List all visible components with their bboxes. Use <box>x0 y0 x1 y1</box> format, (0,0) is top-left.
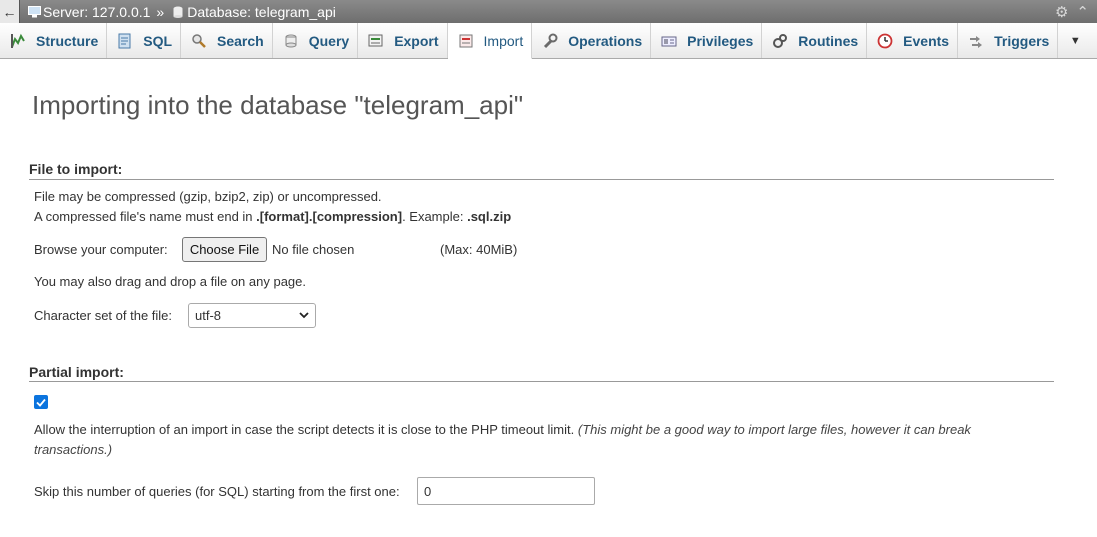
note-example: .sql.zip <box>467 209 512 224</box>
clock-icon <box>876 33 894 49</box>
search-icon <box>190 33 208 49</box>
tab-label: Export <box>394 32 439 49</box>
structure-icon <box>9 33 27 49</box>
server-icon <box>28 5 41 17</box>
triggers-icon <box>967 33 985 49</box>
tab-label: Operations <box>568 32 643 49</box>
tab-privileges[interactable]: Privileges <box>651 23 763 58</box>
breadcrumb: ← Server: 127.0.0.1 » Database: telegram… <box>0 0 1097 23</box>
privileges-icon <box>660 33 678 49</box>
tab-bar: Structure SQL Search Query Export Import… <box>0 23 1097 59</box>
note-text: A compressed file's name must end in <box>34 209 257 224</box>
tab-label: Events <box>903 32 950 49</box>
database-icon <box>173 6 183 18</box>
compression-note: File may be compressed (gzip, bzip2, zip… <box>34 189 382 204</box>
partial-import-heading: Partial import: <box>29 364 124 380</box>
breadcrumb-server[interactable]: Server: 127.0.0.1 <box>28 4 150 20</box>
charset-select[interactable]: utf-8 <box>188 303 316 328</box>
compressed-name-note: A compressed file's name must end in .[f… <box>34 209 511 224</box>
tab-import[interactable]: Import <box>447 23 533 59</box>
tab-query[interactable]: Query <box>273 23 359 58</box>
divider <box>29 179 1054 180</box>
back-arrow-icon[interactable]: ← <box>0 0 20 23</box>
tab-search[interactable]: Search <box>181 23 273 58</box>
breadcrumb-database-label: Database: telegram_api <box>187 3 336 20</box>
collapse-icon[interactable]: ⌃ <box>1076 3 1089 21</box>
charset-value: utf-8 <box>195 308 222 323</box>
caret-down-icon: ▼ <box>1069 34 1081 47</box>
breadcrumb-database[interactable]: Database: telegram_api <box>172 4 336 20</box>
allow-interrupt-note: transactions.) <box>34 442 113 457</box>
checkmark-icon <box>36 398 46 407</box>
allow-interrupt-checkbox[interactable] <box>34 395 48 409</box>
divider <box>29 381 1054 382</box>
allow-interrupt-note: (This might be a good way to import larg… <box>577 422 971 437</box>
wrench-icon <box>541 33 559 49</box>
gear-icon[interactable]: ⚙ <box>1055 3 1068 21</box>
breadcrumb-server-label: Server: 127.0.0.1 <box>43 3 151 20</box>
export-icon <box>367 33 385 49</box>
tab-label: Structure <box>36 32 99 49</box>
charset-label: Character set of the file: <box>34 308 173 323</box>
tab-events[interactable]: Events <box>867 23 959 58</box>
page-title: Importing into the database "telegram_ap… <box>32 90 524 120</box>
import-icon <box>457 33 475 49</box>
note-format: .[format].[compression] <box>256 209 403 224</box>
tab-routines[interactable]: Routines <box>762 23 868 58</box>
drag-drop-note: You may also drag and drop a file on any… <box>34 274 306 289</box>
file-import-heading: File to import: <box>29 161 123 177</box>
tab-label: SQL <box>143 32 173 49</box>
tab-label: Routines <box>798 32 859 49</box>
skip-queries-input[interactable] <box>417 477 595 505</box>
max-size-text: (Max: 40MiB) <box>440 242 518 257</box>
allow-interrupt-note-cont: transactions.) <box>34 442 112 457</box>
allow-interrupt-label: Allow the interruption of an import in c… <box>34 422 971 437</box>
tab-label: Triggers <box>994 32 1050 49</box>
skip-queries-label: Skip this number of queries (for SQL) st… <box>34 484 400 499</box>
choose-file-button[interactable]: Choose File <box>182 237 267 262</box>
more-tabs-button[interactable]: ▼ <box>1058 23 1092 58</box>
tab-sql[interactable]: SQL <box>107 23 182 58</box>
tab-triggers[interactable]: Triggers <box>958 23 1059 58</box>
routines-icon <box>771 33 789 49</box>
tab-structure[interactable]: Structure <box>0 23 108 58</box>
browse-label: Browse your computer: <box>34 242 168 257</box>
tab-label: Search <box>217 32 264 49</box>
tab-label: Query <box>308 32 350 49</box>
note-text: . Example: <box>402 209 468 224</box>
breadcrumb-separator: » <box>156 3 165 20</box>
tab-operations[interactable]: Operations <box>532 23 652 58</box>
chevron-down-icon <box>299 312 309 319</box>
query-icon <box>282 33 300 49</box>
allow-interrupt-text: Allow the interruption of an import in c… <box>34 422 575 437</box>
tab-label: Privileges <box>687 32 754 49</box>
sql-icon <box>116 33 134 49</box>
no-file-text: No file chosen <box>272 242 355 257</box>
tab-export[interactable]: Export <box>358 23 448 58</box>
tab-label: Import <box>483 32 524 49</box>
